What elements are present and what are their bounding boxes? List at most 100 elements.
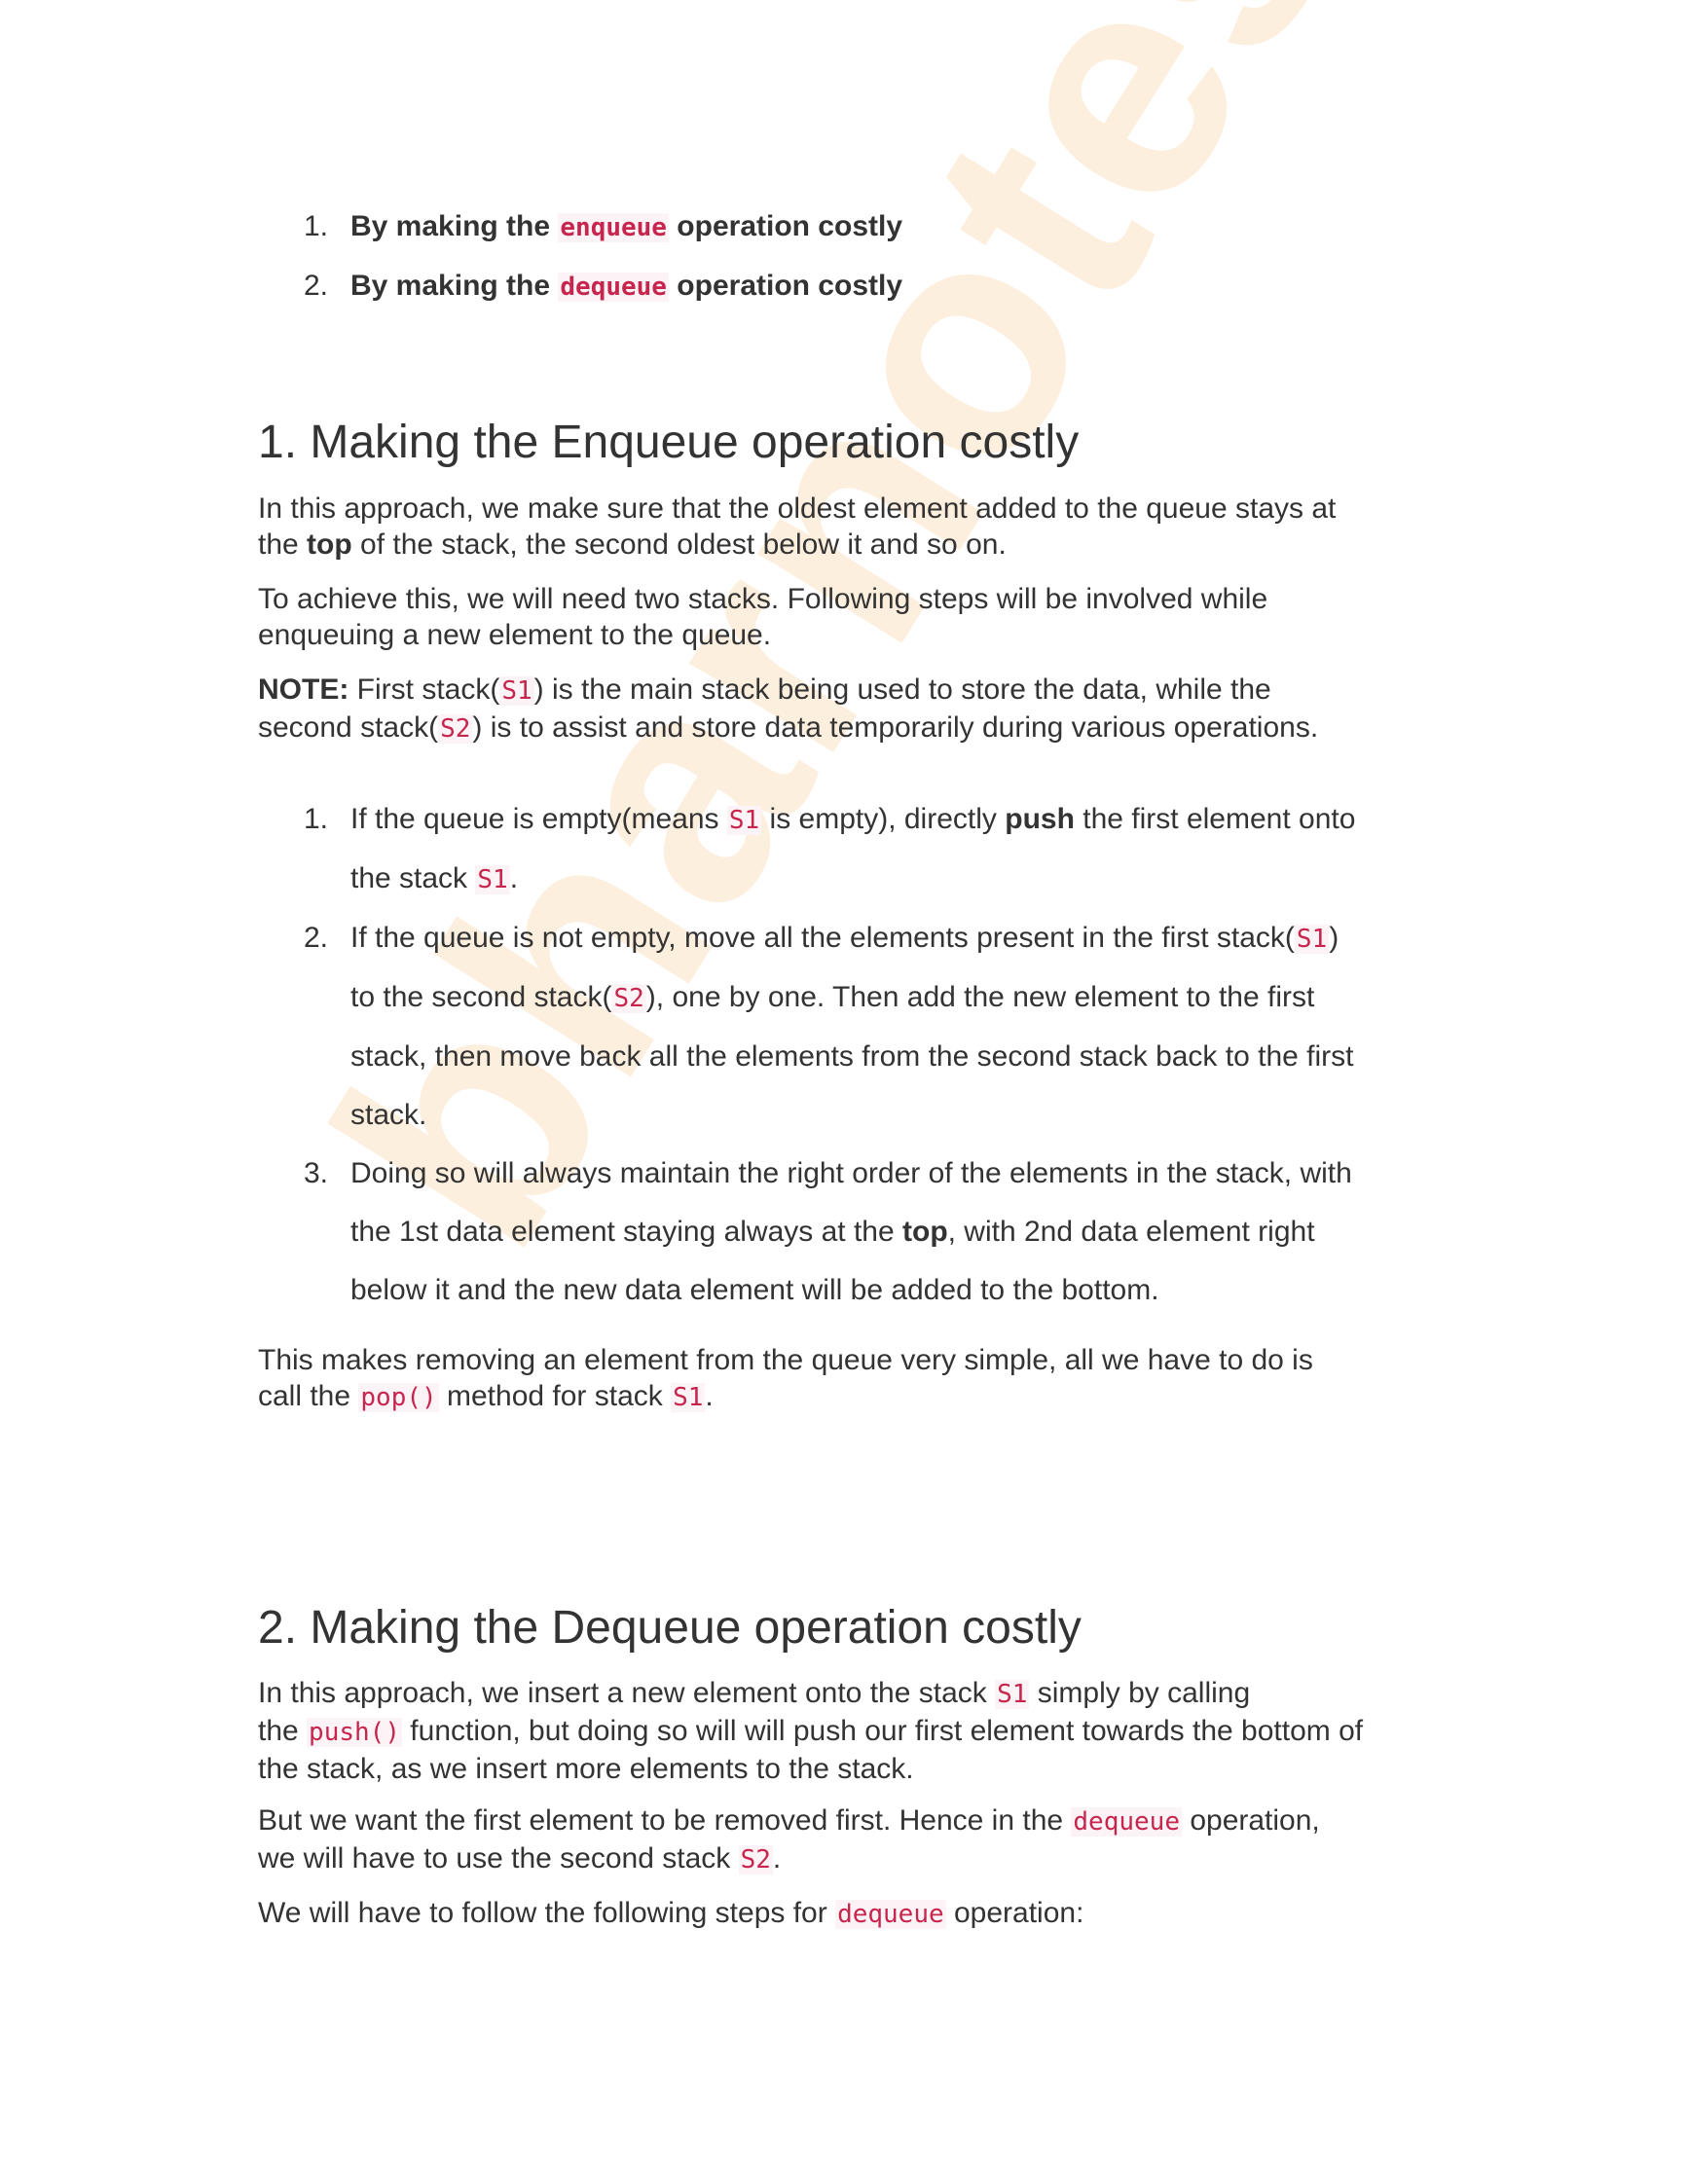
inline-code: dequeue xyxy=(1071,1807,1182,1837)
text-segment: If the queue is empty(means xyxy=(350,803,727,835)
text-line: Doing so will always maintain the right … xyxy=(350,1145,1465,1203)
text-segment: stack, then move back all the elements f… xyxy=(350,1040,1354,1073)
text-segment: By making the xyxy=(350,210,559,242)
text-segment: To achieve this, we will need two stacks… xyxy=(258,583,1268,615)
text-segment: operation costly xyxy=(668,270,903,302)
text-line: enqueuing a new element to the queue. xyxy=(258,617,1465,653)
text-line: the stack, as we insert more elements to… xyxy=(258,1751,1465,1787)
text-segment: the 1st data element staying always at t… xyxy=(350,1216,902,1248)
text-line: But we want the first element to be remo… xyxy=(258,1802,1465,1840)
text-segment: , with 2nd data element right xyxy=(947,1216,1315,1248)
text-segment: operation: xyxy=(945,1897,1084,1929)
inline-code: dequeue xyxy=(558,273,669,302)
text-line: stack. xyxy=(350,1086,1465,1145)
text-segment: But we want the first element to be remo… xyxy=(258,1804,1072,1837)
text-segment: the stack xyxy=(350,862,476,894)
section1-paragraph-approach: In this approach, we make sure that the … xyxy=(258,491,1465,563)
text-segment: First stack( xyxy=(349,673,500,706)
inline-code: S2 xyxy=(738,1845,773,1875)
text-segment: operation, xyxy=(1181,1804,1320,1837)
list-number: 1. xyxy=(304,210,329,242)
text-segment: we will have to use the second stack xyxy=(258,1842,739,1875)
list-item: 1. By making the enqueue operation costly xyxy=(258,198,1465,257)
inline-code: S1 xyxy=(726,806,762,835)
text-segment: Doing so will always maintain the right … xyxy=(350,1157,1352,1189)
text-segment: ) is to assist and store data temporaril… xyxy=(472,711,1319,744)
text-segment: stack. xyxy=(350,1099,427,1131)
list-item: 3. Doing so will always maintain the righ… xyxy=(258,1145,1465,1320)
text-segment: ), one by one. Then add the new element … xyxy=(645,981,1315,1013)
text-segment: operation costly xyxy=(668,210,903,242)
text-line: to the second stack(S2), one by one. The… xyxy=(350,968,1465,1028)
text-line: We will have to follow the following ste… xyxy=(258,1895,1465,1933)
text-segment: the xyxy=(258,1715,308,1747)
bold-text: NOTE: xyxy=(258,673,349,706)
text-segment: . xyxy=(772,1842,782,1875)
list-number: 2. xyxy=(304,922,329,954)
text-segment: the first element onto xyxy=(1074,803,1356,835)
text-line: By making the dequeue operation costly xyxy=(350,257,1465,316)
text-line: NOTE: First stack(S1) is the main stack … xyxy=(258,672,1465,710)
text-segment: to the second stack( xyxy=(350,981,612,1013)
list-number: 3. xyxy=(304,1157,329,1189)
text-segment: This makes removing an element from the … xyxy=(258,1344,1313,1376)
text-line: In this approach, we insert a new elemen… xyxy=(258,1675,1465,1713)
text-line: the top of the stack, the second oldest … xyxy=(258,527,1465,563)
section1-paragraph-pop: This makes removing an element from the … xyxy=(258,1342,1465,1416)
list-number: 2. xyxy=(304,270,329,302)
inline-code: enqueue xyxy=(558,213,669,242)
text-line: the stack S1. xyxy=(350,850,1465,909)
text-segment: . xyxy=(705,1380,714,1412)
section2-paragraph-steps-intro: We will have to follow the following ste… xyxy=(258,1895,1465,1933)
text-line: the 1st data element staying always at t… xyxy=(350,1203,1465,1261)
list-item: 2. If the queue is not empty, move all th… xyxy=(258,909,1465,1145)
bold-text: top xyxy=(307,528,352,561)
text-segment: below it and the new data element will b… xyxy=(350,1274,1159,1306)
inline-code: S1 xyxy=(995,1680,1030,1709)
text-segment: If the queue is not empty, move all the … xyxy=(350,922,1295,954)
text-segment: In this approach, we insert a new elemen… xyxy=(258,1677,996,1709)
inline-code: S1 xyxy=(499,676,534,706)
section2-paragraph-second-stack: But we want the first element to be remo… xyxy=(258,1802,1465,1878)
bold-text: push xyxy=(1005,803,1075,835)
text-segment: By making the xyxy=(350,270,559,302)
text-segment: second stack( xyxy=(258,711,439,744)
inline-code: pop() xyxy=(358,1383,439,1412)
section1-heading: 1. Making the Enqueue operation costly xyxy=(258,417,1080,468)
inline-code: S1 xyxy=(1294,925,1330,954)
text-line: we will have to use the second stack S2. xyxy=(258,1840,1465,1878)
section1-paragraph-two-stacks: To achieve this, we will need two stacks… xyxy=(258,581,1465,653)
list-item: 2. By making the dequeue operation costly xyxy=(258,257,1465,316)
text-line: This makes removing an element from the … xyxy=(258,1342,1465,1378)
text-line: call the pop() method for stack S1. xyxy=(258,1378,1465,1416)
inline-code: S2 xyxy=(611,984,646,1013)
text-line: By making the enqueue operation costly xyxy=(350,198,1465,257)
inline-code: dequeue xyxy=(835,1900,946,1929)
list-number: 1. xyxy=(304,803,329,835)
text-segment: enqueuing a new element to the queue. xyxy=(258,619,772,651)
list-item: 1. If the queue is empty(means S1 is empt… xyxy=(258,790,1465,909)
section1-steps-list: 1. If the queue is empty(means S1 is empt… xyxy=(258,790,1465,1320)
text-segment: function, but doing so will will push ou… xyxy=(401,1715,1364,1747)
section2-heading: 2. Making the Dequeue operation costly xyxy=(258,1602,1082,1654)
bold-text: top xyxy=(902,1216,948,1248)
inline-code: push() xyxy=(307,1718,402,1747)
text-segment: the stack, as we insert more elements to… xyxy=(258,1753,914,1785)
text-segment: call the xyxy=(258,1380,359,1412)
text-segment: simply by calling xyxy=(1029,1677,1251,1709)
text-segment: the xyxy=(258,528,308,561)
text-segment: ) xyxy=(1329,922,1339,954)
text-segment: ) is the main stack being used to store … xyxy=(533,673,1271,706)
text-line: below it and the new data element will b… xyxy=(350,1261,1465,1320)
section2-paragraph-approach: In this approach, we insert a new elemen… xyxy=(258,1675,1465,1787)
text-line: To achieve this, we will need two stacks… xyxy=(258,581,1465,617)
text-segment: In this approach, we make sure that the … xyxy=(258,492,1337,525)
text-segment: is empty), directly xyxy=(761,803,1006,835)
text-segment: We will have to follow the following ste… xyxy=(258,1897,836,1929)
inline-code: S1 xyxy=(475,865,510,894)
section1-note: NOTE: First stack(S1) is the main stack … xyxy=(258,672,1465,747)
inline-code: S1 xyxy=(671,1383,706,1412)
text-segment: of the stack, the second oldest below it… xyxy=(351,528,1007,561)
text-segment: . xyxy=(509,862,519,894)
text-line: stack, then move back all the elements f… xyxy=(350,1028,1465,1086)
